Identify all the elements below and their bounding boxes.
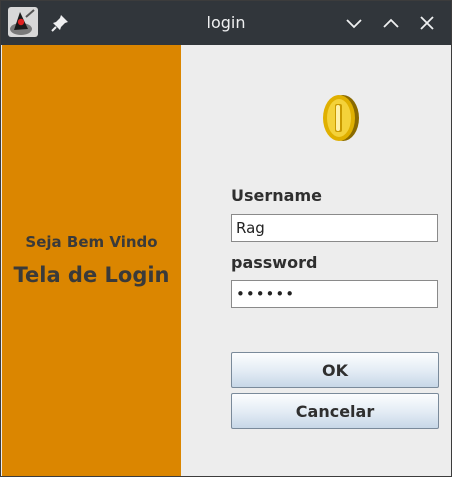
password-label: password <box>231 253 318 272</box>
screen-title: Tela de Login <box>13 263 170 287</box>
gold-coin-icon <box>319 93 363 143</box>
title-bar: login <box>1 1 451 45</box>
maximize-icon[interactable] <box>381 13 401 33</box>
minimize-icon[interactable] <box>344 13 364 33</box>
login-window: login Seja Bem Vindo Tela de Login Usern… <box>0 0 452 477</box>
welcome-sidebar: Seja Bem Vindo Tela de Login <box>2 45 181 476</box>
cancel-button[interactable]: Cancelar <box>231 393 439 429</box>
username-label: Username <box>231 186 322 205</box>
password-field[interactable] <box>231 280 438 308</box>
username-field[interactable] <box>231 214 438 242</box>
ok-button[interactable]: OK <box>231 352 439 388</box>
close-icon[interactable] <box>417 13 437 33</box>
welcome-text: Seja Bem Vindo <box>25 233 158 251</box>
